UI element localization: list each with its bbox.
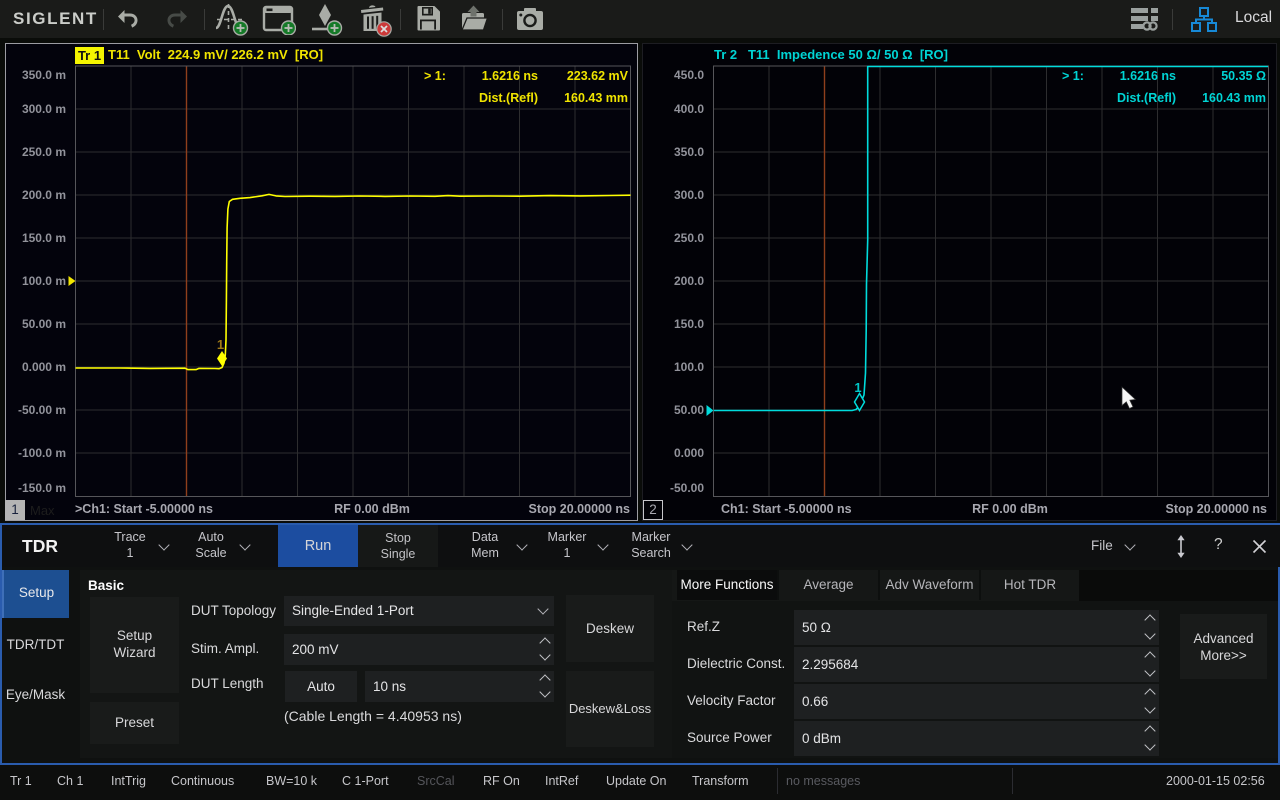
svg-text:1: 1 <box>854 380 861 395</box>
svg-text:1: 1 <box>217 337 224 352</box>
